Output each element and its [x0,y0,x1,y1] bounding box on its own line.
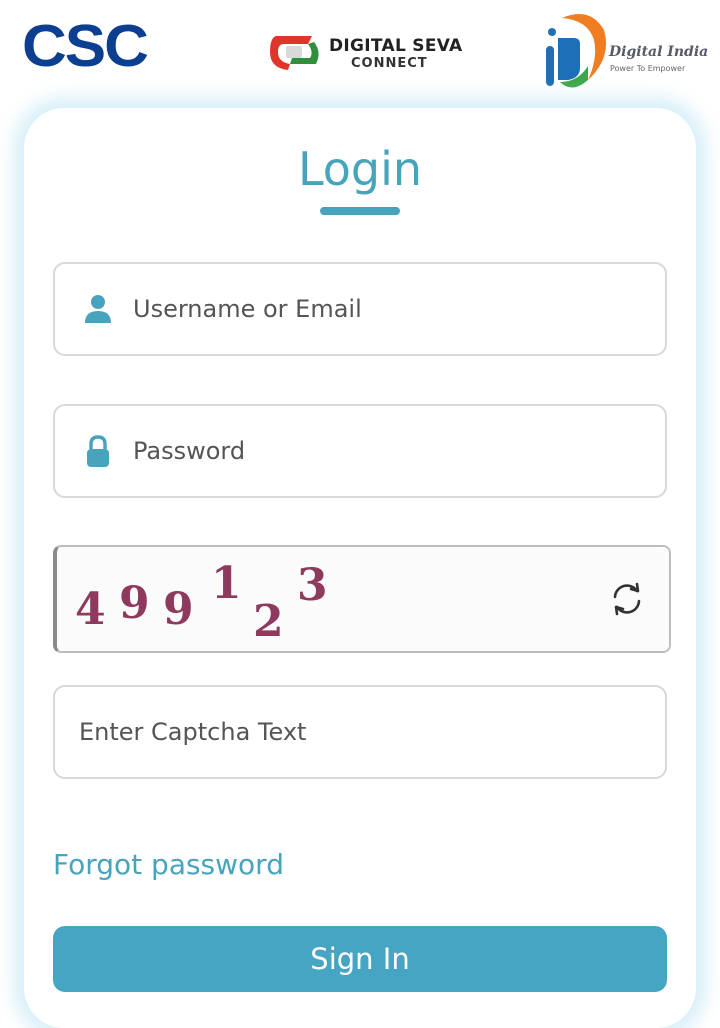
captcha-box: 4 9 9 1 2 3 [53,545,671,653]
forgot-password-link[interactable]: Forgot password [53,845,284,885]
title-underline [320,207,400,215]
csc-logo-text: CSC [22,13,149,80]
captcha-image: 4 9 9 1 2 3 [57,547,669,651]
digital-seva-logo: DIGITAL SEVA CONNECT [268,28,462,74]
captcha-input-placeholder: Enter Captcha Text [79,718,307,746]
digital-india-emblem-icon [546,14,606,88]
captcha-digit: 9 [119,578,150,629]
lock-icon [87,435,109,467]
captcha-digit: 3 [297,560,328,611]
digital-india-tagline: Power To Empower [610,64,686,73]
captcha-digit: 9 [163,584,194,635]
username-field[interactable]: Username or Email [53,262,667,356]
digital-seva-emblem-icon [270,36,319,70]
refresh-icon[interactable] [609,581,645,617]
username-placeholder: Username or Email [133,295,362,323]
header: CSC DIGITAL SEVA CONNECT Digital India P… [0,0,720,95]
digital-seva-subtitle: CONNECT [351,56,428,71]
captcha-digit: 4 [75,584,106,635]
user-icon [85,295,111,323]
csc-logo: CSC [22,13,149,80]
sign-in-button[interactable]: Sign In [53,926,667,992]
captcha-digit: 1 [211,558,242,609]
login-title: Login [297,142,423,196]
digital-seva-title: DIGITAL SEVA [329,36,463,56]
captcha-digit: 2 [253,596,284,647]
password-field[interactable]: Password [53,404,667,498]
digital-india-logo: Digital India Power To Empower [538,8,708,92]
captcha-input[interactable]: Enter Captcha Text [53,685,667,779]
password-placeholder: Password [133,437,246,465]
digital-india-title: Digital India [609,44,709,60]
